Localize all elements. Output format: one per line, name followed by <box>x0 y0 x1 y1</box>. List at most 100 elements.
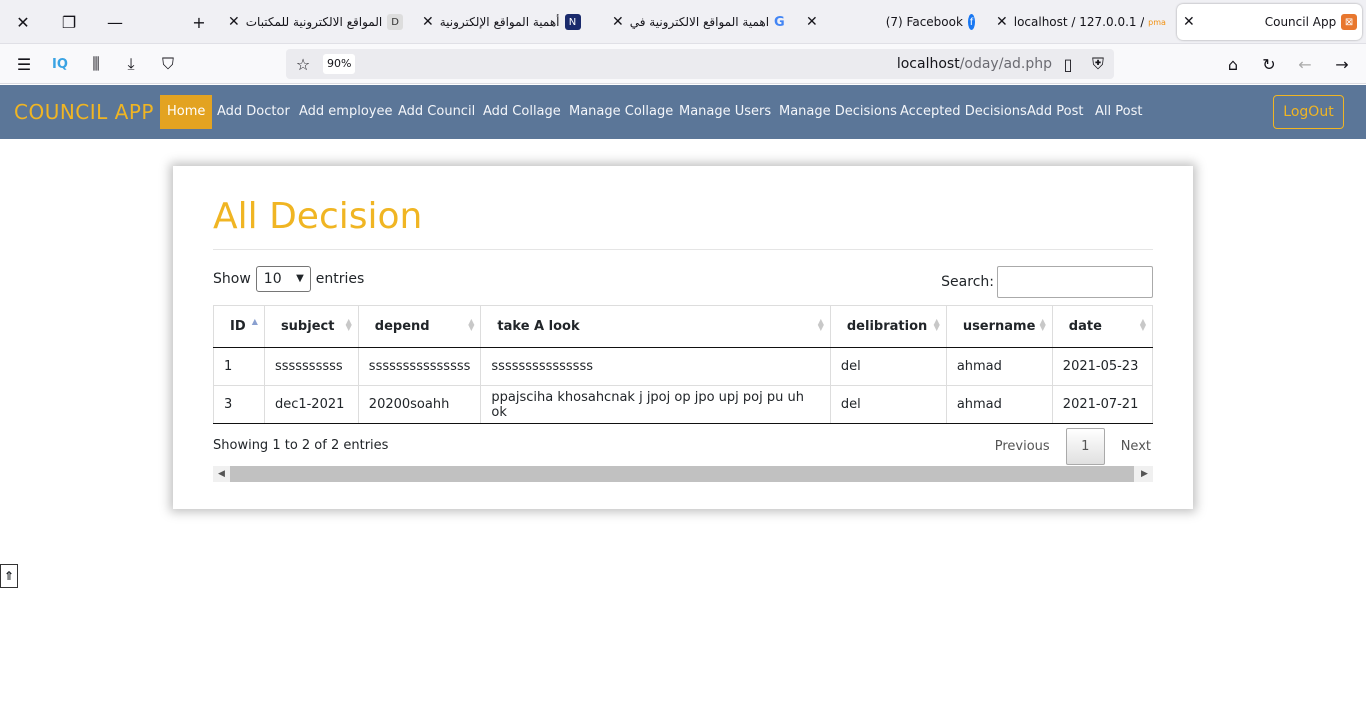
nav-add-council[interactable]: Add Council <box>391 95 482 129</box>
browser-tab[interactable]: ✕ (7) Facebook f <box>800 4 980 40</box>
previous-button[interactable]: Previous <box>979 429 1066 465</box>
search-control: Search: <box>941 266 1153 298</box>
table-row: 3 dec1-2021 20200soahh ppajsciha khosahc… <box>213 385 1154 424</box>
col-header-delibration[interactable]: delibration ▲ ▼ <box>829 305 947 348</box>
sort-icon: ▲ ▼ <box>1039 317 1046 332</box>
cell-delibration: del <box>829 347 947 386</box>
tab-title: Council App <box>1264 15 1337 29</box>
nav-add-employee[interactable]: Add employee <box>292 95 399 129</box>
sort-icon: ▲ ▼ <box>345 317 352 332</box>
search-label: Search: <box>941 274 994 290</box>
brand-logo[interactable]: COUNCIL APP <box>14 100 154 124</box>
close-tab-icon[interactable]: ✕ <box>1183 14 1195 30</box>
zoom-indicator[interactable]: 90% <box>323 54 356 74</box>
nav-manage-decisions[interactable]: Manage Decisions <box>772 95 904 129</box>
cell-subject: ssssssssss <box>263 347 359 386</box>
nav-add-collage[interactable]: Add Collage <box>476 95 568 129</box>
minimize-window-icon[interactable]: — <box>92 0 138 44</box>
tab-favicon: f <box>967 14 975 30</box>
browser-tab[interactable]: ✕ localhost / 127.0.0.1 / oda pma <box>990 4 1170 40</box>
close-tab-icon[interactable]: ✕ <box>228 14 240 30</box>
page-size-value: 10 <box>263 271 282 287</box>
close-tab-icon[interactable]: ✕ <box>996 14 1008 30</box>
scrollbar-thumb[interactable] <box>230 466 1134 482</box>
app-navbar: COUNCIL APP Home Add Doctor Add employee… <box>0 85 1366 139</box>
col-header-depend[interactable]: depend ▲ ▼ <box>357 305 482 348</box>
title-divider <box>213 249 1153 250</box>
table-header-row: ID ▲ subject ▲ ▼ depend ▲ ▼ take A look ▲ ▼ del… <box>213 305 1154 348</box>
page-button-current[interactable]: 1 <box>1065 428 1105 465</box>
tab-favicon: ⊠ <box>1341 14 1357 30</box>
close-tab-icon[interactable]: ✕ <box>806 14 818 30</box>
col-header-label: subject <box>280 319 335 334</box>
tab-favicon: pma <box>1148 17 1166 27</box>
table-row: 1 ssssssssss sssssssssssssss sssssssssss… <box>213 347 1154 386</box>
scroll-left-icon[interactable]: ◀ <box>213 466 230 482</box>
page-size-control: Show 10 ▼ entries <box>213 266 364 292</box>
tab-title: المواقع الالكترونية للمكتبات <box>245 15 383 29</box>
tab-title: (7) Facebook <box>885 15 963 29</box>
search-input[interactable] <box>997 266 1153 298</box>
cell-delibration: del <box>829 385 947 424</box>
tab-favicon: D <box>387 14 403 30</box>
iq-extension-icon[interactable]: IQ <box>48 52 72 76</box>
nav-home[interactable]: Home <box>160 95 213 129</box>
horizontal-scrollbar[interactable]: ◀ ▶ <box>213 466 1153 482</box>
col-header-label: username <box>962 319 1036 334</box>
cell-username: ahmad <box>945 385 1053 424</box>
col-header-label: date <box>1068 319 1102 334</box>
url-bar[interactable]: ☆ 90% localhost/oday/ad.php ▯ ⛨ <box>286 49 1114 79</box>
col-header-id[interactable]: ID ▲ <box>213 305 265 348</box>
browser-tab[interactable]: ✕ اهمية المواقع الالكترونية في G <box>606 4 786 40</box>
scroll-right-icon[interactable]: ▶ <box>1136 466 1153 482</box>
browser-tab-active[interactable]: ✕ Council App ⊠ <box>1177 4 1362 40</box>
browser-toolbar: ☰ IQ ⫼ ⤓ ⛉ ☆ 90% localhost/oday/ad.php ▯… <box>0 44 1366 84</box>
nav-add-post[interactable]: Add Post <box>1020 95 1091 129</box>
cell-id: 1 <box>213 347 265 386</box>
url-text[interactable]: localhost/oday/ad.php <box>897 56 1052 72</box>
browser-tab[interactable]: ✕ أهمية المواقع الإلكترونية N <box>416 4 596 40</box>
close-tab-icon[interactable]: ✕ <box>612 14 624 30</box>
menu-icon[interactable]: ☰ <box>12 52 36 76</box>
cell-date: 2021-05-23 <box>1051 347 1154 386</box>
cell-depend: 20200soahh <box>357 385 482 424</box>
new-tab-icon[interactable]: + <box>176 0 222 44</box>
entries-label: entries <box>315 271 365 287</box>
col-header-take-a-look[interactable]: take A look ▲ ▼ <box>480 305 831 348</box>
cell-depend: sssssssssssssss <box>357 347 482 386</box>
pocket-icon[interactable]: ⛉ <box>156 52 180 76</box>
cell-take-a-look: sssssssssssssss <box>480 347 831 386</box>
scroll-to-top-icon[interactable]: ⇑ <box>0 564 18 588</box>
show-label: Show <box>213 271 251 287</box>
reload-icon[interactable]: ↻ <box>1257 52 1281 76</box>
close-window-icon[interactable]: ✕ <box>0 0 46 44</box>
nav-all-post[interactable]: All Post <box>1088 95 1149 129</box>
home-icon[interactable]: ⌂ <box>1221 52 1245 76</box>
logout-button[interactable]: LogOut <box>1273 95 1344 129</box>
page-icon[interactable]: ▯ <box>1056 52 1080 76</box>
nav-manage-collage[interactable]: Manage Collage <box>562 95 680 129</box>
col-header-subject[interactable]: subject ▲ ▼ <box>263 305 359 348</box>
next-button[interactable]: Next <box>1105 429 1153 465</box>
col-header-label: depend <box>374 319 430 334</box>
shield-icon[interactable]: ⛨ <box>1086 52 1110 76</box>
forward-icon[interactable]: → <box>1330 52 1354 76</box>
back-icon[interactable]: ← <box>1293 52 1317 76</box>
close-tab-icon[interactable]: ✕ <box>422 14 434 30</box>
col-header-label: take A look <box>497 319 580 334</box>
nav-manage-users[interactable]: Manage Users <box>672 95 778 129</box>
tab-title: اهمية المواقع الالكترونية في <box>629 15 770 29</box>
pagination: Previous 1 Next <box>979 428 1153 465</box>
nav-accepted-decisions[interactable]: Accepted Decisions <box>893 95 1034 129</box>
restore-window-icon[interactable]: ❐ <box>46 0 92 44</box>
col-header-username[interactable]: username ▲ ▼ <box>945 305 1053 348</box>
col-header-label: ID <box>230 319 246 334</box>
col-header-date[interactable]: date ▲ ▼ <box>1051 305 1154 348</box>
browser-tab[interactable]: ✕ المواقع الالكترونية للمكتبات D <box>222 4 408 40</box>
page-size-select[interactable]: 10 ▼ <box>255 266 311 292</box>
downloads-icon[interactable]: ⤓ <box>119 52 143 76</box>
bookmark-star-icon[interactable]: ☆ <box>291 52 315 76</box>
decisions-table: ID ▲ subject ▲ ▼ depend ▲ ▼ take A look ▲ ▼ del… <box>213 305 1154 424</box>
library-icon[interactable]: ⫼ <box>84 52 108 76</box>
nav-add-doctor[interactable]: Add Doctor <box>210 95 297 129</box>
